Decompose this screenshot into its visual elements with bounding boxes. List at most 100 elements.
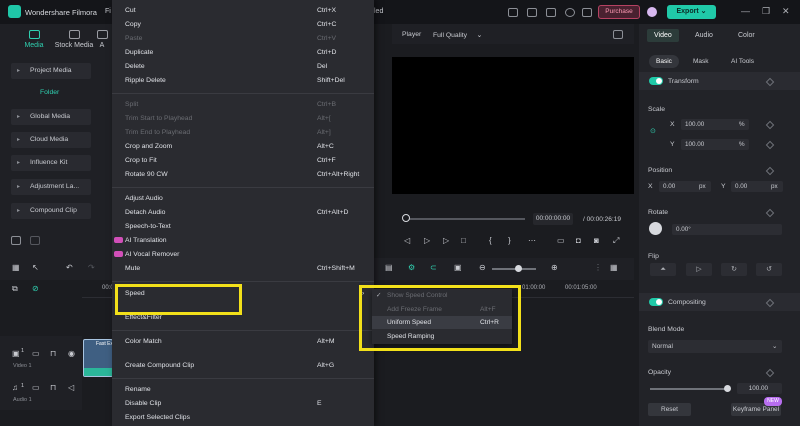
avatar[interactable]	[647, 7, 657, 17]
add-track-icon[interactable]: ⧉	[12, 284, 18, 294]
sidebar-item-adjustment-layer[interactable]: Adjustment La...	[11, 179, 91, 195]
rotate-cw-button[interactable]: ↻	[721, 263, 747, 276]
zoom-slider[interactable]	[492, 268, 536, 270]
audio-meter-icon[interactable]: ◙	[594, 236, 599, 245]
menu-item-crop-and-zoom[interactable]: Crop and Zoom Alt+C	[112, 140, 374, 154]
display-icon[interactable]	[508, 8, 518, 17]
tab-stock-media[interactable]: Stock Media	[54, 30, 94, 49]
scale-y-input[interactable]: 100.00%	[681, 139, 749, 150]
next-frame-icon[interactable]: ▷	[443, 236, 449, 245]
opacity-slider-knob[interactable]	[724, 385, 731, 392]
tab-color[interactable]: Color	[738, 32, 755, 39]
sidebar-item-global-media[interactable]: Global Media	[11, 109, 91, 125]
minimize-icon[interactable]: —	[741, 6, 750, 16]
tab-audio-props[interactable]: Audio	[695, 32, 713, 39]
camera-icon[interactable]: ◘	[576, 236, 581, 245]
opacity-slider[interactable]	[650, 388, 728, 390]
zoom-knob[interactable]	[515, 265, 522, 272]
menu-item-color-match[interactable]: Color Match Alt+M	[112, 335, 374, 349]
mark-in-icon[interactable]: {	[489, 236, 492, 245]
display-settings-icon[interactable]: ▭	[557, 236, 565, 245]
menu-item-detach-audio[interactable]: Detach Audio Ctrl+Alt+D	[112, 206, 374, 220]
menu-item-split[interactable]: Split Ctrl+B	[112, 98, 374, 112]
tab-media[interactable]: Media	[14, 30, 54, 49]
flip-horizontal-button[interactable]: ⏶	[650, 263, 676, 276]
transform-toggle[interactable]	[649, 77, 663, 85]
menu-item-mute[interactable]: Mute Ctrl+Shift+M	[112, 262, 374, 276]
layout-icon[interactable]: ▦	[12, 263, 20, 272]
quality-dropdown[interactable]: Full Quality ⌄	[433, 31, 482, 39]
grid-icon[interactable]	[582, 8, 592, 17]
snap-icon[interactable]: ⚙	[408, 263, 415, 272]
menu-item-disable-clip[interactable]: Disable Clip E	[112, 397, 374, 411]
rotate-input[interactable]: 0.00°	[672, 224, 782, 235]
fullscreen-icon[interactable]: ⤢	[613, 236, 619, 246]
menu-item-export-selected-clips[interactable]: Export Selected Clips	[112, 411, 374, 425]
support-icon[interactable]	[565, 8, 575, 17]
subtab-basic[interactable]: Basic	[649, 55, 679, 68]
undo-icon[interactable]: ↶	[66, 263, 73, 272]
timeline-settings-icon[interactable]: ⋮	[594, 263, 602, 272]
menu-item-adjust-audio[interactable]: Adjust Audio	[112, 192, 374, 206]
menu-item-rotate[interactable]: Rotate 90 CW Ctrl+Alt+Right	[112, 168, 374, 182]
maximize-icon[interactable]: ❐	[762, 6, 770, 17]
prev-frame-icon[interactable]: ◁	[404, 236, 410, 245]
scale-x-input[interactable]: 100.00%	[681, 119, 749, 130]
flip-vertical-button[interactable]: ▷	[686, 263, 712, 276]
sidebar-item-influence-kit[interactable]: Influence Kit	[11, 155, 91, 171]
menu-item-duplicate[interactable]: Duplicate Ctrl+D	[112, 46, 374, 60]
timeline-grid-icon[interactable]: ▦	[610, 263, 618, 272]
tab-audio[interactable]: A	[92, 30, 112, 49]
more-icon[interactable]: ⋯	[528, 236, 536, 245]
sidebar-item-project-media[interactable]: Project Media	[11, 63, 91, 79]
opacity-input[interactable]: 100.00	[737, 383, 782, 394]
link-tracks-icon[interactable]: ⊘	[32, 284, 39, 293]
mark-out-icon[interactable]: }	[508, 236, 511, 245]
menu-item-crop-to-fit[interactable]: Crop to Fit Ctrl+F	[112, 154, 374, 168]
menu-item-trim-start[interactable]: Trim Start to Playhead Alt+[	[112, 112, 374, 126]
menu-item-ai-vocal-remover[interactable]: AI Vocal Remover	[112, 248, 374, 262]
progress-track[interactable]	[407, 218, 525, 220]
eye-icon[interactable]: ◉	[68, 349, 75, 358]
speaker-icon[interactable]: ◁	[68, 383, 74, 392]
menu-item-delete[interactable]: Delete Del	[112, 60, 374, 74]
lock-icon[interactable]: ⊓	[50, 349, 56, 358]
folder-icon[interactable]	[30, 236, 40, 245]
audio-folder-icon[interactable]: ▭	[32, 383, 40, 392]
export-button[interactable]: Export ⌄	[667, 5, 716, 19]
stop-icon[interactable]: □	[461, 236, 466, 245]
cloud-icon[interactable]	[546, 8, 556, 17]
playhead-knob[interactable]	[402, 214, 410, 222]
menu-item-speech-to-text[interactable]: Speech-to-Text	[112, 220, 374, 234]
pos-y-input[interactable]: 0.00 px	[731, 181, 783, 192]
render-icon[interactable]: ▣	[454, 263, 462, 272]
save-icon[interactable]	[527, 8, 537, 17]
link-icon[interactable]: ⊙	[650, 127, 656, 135]
menu-item-trim-end[interactable]: Trim End to Playhead Alt+]	[112, 126, 374, 140]
blend-mode-dropdown[interactable]: Normal ⌄	[648, 340, 782, 353]
snapshot-icon[interactable]	[613, 30, 623, 39]
select-tool-icon[interactable]: ↖	[32, 263, 39, 272]
audio-lock-icon[interactable]: ⊓	[50, 383, 56, 392]
menu-item-ai-translation[interactable]: AI Translation	[112, 234, 374, 248]
play-icon[interactable]: ▷	[424, 236, 430, 245]
menu-item-rename[interactable]: Rename	[112, 383, 374, 397]
subtab-mask[interactable]: Mask	[686, 55, 716, 68]
rotate-dial-icon[interactable]	[649, 222, 662, 235]
magnet-icon[interactable]: ⊂	[430, 263, 437, 272]
compositing-toggle[interactable]	[649, 298, 663, 306]
subtab-ai-tools[interactable]: AI Tools	[724, 55, 761, 68]
sidebar-item-compound-clip[interactable]: Compound Clip	[11, 203, 91, 219]
reset-button[interactable]: Reset	[648, 403, 691, 416]
zoom-out-icon[interactable]: ⊖	[479, 263, 486, 272]
scene-detect-icon[interactable]: ▤	[385, 263, 393, 272]
menu-item-cut[interactable]: Cut Ctrl+X	[112, 4, 374, 18]
folder-item[interactable]: Folder	[40, 89, 59, 96]
redo-icon[interactable]: ↷	[88, 263, 95, 272]
new-folder-icon[interactable]	[11, 236, 21, 245]
purchase-button[interactable]: Purchase	[598, 5, 640, 19]
menu-item-ripple-delete[interactable]: Ripple Delete Shift+Del	[112, 74, 374, 88]
rotate-ccw-button[interactable]: ↺	[756, 263, 782, 276]
menu-item-create-compound-clip[interactable]: Create Compound Clip Alt+G	[112, 359, 374, 373]
track-folder-icon[interactable]: ▭	[32, 349, 40, 358]
